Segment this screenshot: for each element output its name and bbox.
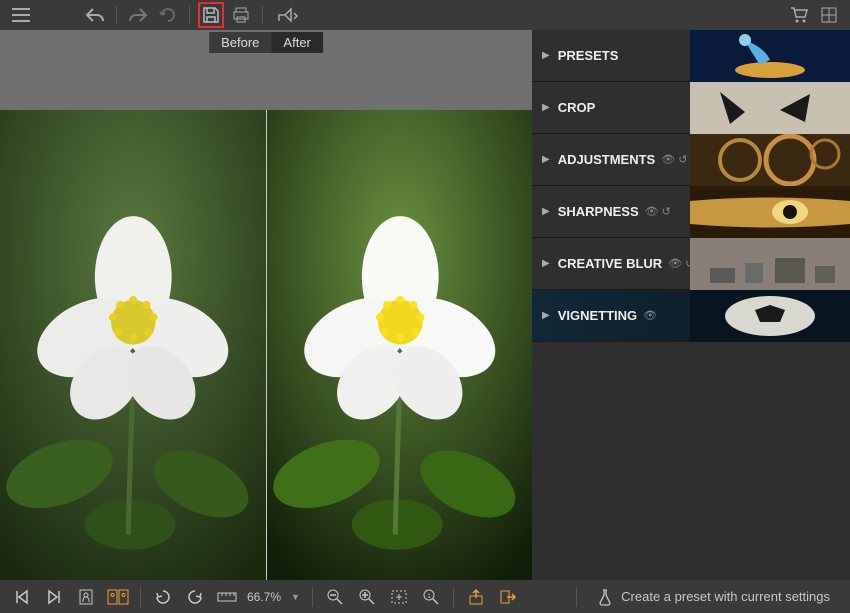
svg-text:1: 1 <box>427 594 431 600</box>
panel-sharpness[interactable]: ▶ SHARPNESS 👁 ↺ <box>532 186 850 238</box>
panel-presets[interactable]: ▶ PRESETS <box>532 30 850 82</box>
save-button[interactable] <box>198 2 224 28</box>
create-preset-button[interactable]: Create a preset with current settings <box>585 580 842 613</box>
before-pane[interactable] <box>0 110 266 580</box>
redo-icon[interactable] <box>125 2 151 28</box>
chevron-right-icon: ▶ <box>542 50 550 61</box>
panel-crop[interactable]: ▶ CROP <box>532 82 850 134</box>
first-image-icon[interactable] <box>8 583 36 611</box>
zoom-percent[interactable]: 66.7% <box>245 590 283 604</box>
cart-icon[interactable] <box>786 2 812 28</box>
print-icon[interactable] <box>228 2 254 28</box>
create-preset-label: Create a preset with current settings <box>621 589 830 604</box>
panel-title: CREATIVE BLUR <box>558 256 662 271</box>
zoom-in-icon[interactable] <box>353 583 381 611</box>
single-view-icon[interactable] <box>72 583 100 611</box>
chevron-right-icon: ▶ <box>542 310 550 321</box>
panel-title: SHARPNESS <box>558 204 639 219</box>
undo-icon[interactable] <box>82 2 108 28</box>
blur-thumb <box>690 238 850 290</box>
reset-icon[interactable]: ↺ <box>678 153 687 166</box>
sharpness-thumb <box>690 186 850 238</box>
rotate-left-icon[interactable] <box>149 583 177 611</box>
separator <box>312 587 313 607</box>
fit-screen-icon[interactable] <box>385 583 413 611</box>
rotate-right-icon[interactable] <box>181 583 209 611</box>
panel-vignetting[interactable]: ▶ VIGNETTING 👁 <box>532 290 850 342</box>
menu-icon[interactable] <box>8 2 34 28</box>
panel-adjustments[interactable]: ▶ ADJUSTMENTS 👁 ↺ <box>532 134 850 186</box>
export-up-icon[interactable] <box>462 583 490 611</box>
separator <box>116 6 117 24</box>
reset-icon[interactable]: ↺ <box>662 205 671 218</box>
compare-labels: Before After <box>209 32 323 53</box>
history-undo-icon[interactable] <box>155 2 181 28</box>
share-icon[interactable] <box>271 2 305 28</box>
side-panel: ▶ PRESETS ▶ CROP <box>532 30 850 580</box>
zoom-dropdown-icon[interactable]: ▼ <box>287 592 304 602</box>
separator <box>189 6 190 24</box>
visibility-icon[interactable]: 👁 <box>668 257 682 270</box>
panel-title: ADJUSTMENTS <box>558 152 656 167</box>
ruler-icon[interactable] <box>213 583 241 611</box>
presets-thumb <box>690 30 850 82</box>
separator <box>453 587 454 607</box>
panel-creative-blur[interactable]: ▶ CREATIVE BLUR 👁 ↺ <box>532 238 850 290</box>
adjustments-thumb <box>690 134 850 186</box>
bottom-toolbar: 66.7% ▼ 1 Create a preset with current s… <box>0 580 850 613</box>
compare-view-icon[interactable] <box>104 583 132 611</box>
separator <box>262 6 263 24</box>
visibility-icon[interactable]: 👁 <box>643 309 657 322</box>
before-label: Before <box>209 32 271 53</box>
next-image-icon[interactable] <box>40 583 68 611</box>
top-toolbar <box>0 0 850 30</box>
chevron-right-icon: ▶ <box>542 206 550 217</box>
separator <box>576 587 577 607</box>
visibility-icon[interactable]: 👁 <box>661 153 675 166</box>
actual-size-icon[interactable]: 1 <box>417 583 445 611</box>
crop-thumb <box>690 82 850 134</box>
vignetting-thumb <box>690 290 850 342</box>
panel-title: VIGNETTING <box>558 308 637 323</box>
visibility-icon[interactable]: 👁 <box>645 205 659 218</box>
after-label: After <box>271 32 322 53</box>
chevron-right-icon: ▶ <box>542 154 550 165</box>
panel-title: PRESETS <box>558 48 619 63</box>
panel-scroll[interactable]: ▶ PRESETS ▶ CROP <box>532 30 850 580</box>
grid-icon[interactable] <box>816 2 842 28</box>
zoom-out-icon[interactable] <box>321 583 349 611</box>
image-viewer: Before After <box>0 30 532 580</box>
chevron-right-icon: ▶ <box>542 102 550 113</box>
panel-title: CROP <box>558 100 596 115</box>
flask-icon <box>597 588 613 606</box>
export-right-icon[interactable] <box>494 583 522 611</box>
separator <box>140 587 141 607</box>
chevron-right-icon: ▶ <box>542 258 550 269</box>
after-pane[interactable] <box>266 110 533 580</box>
